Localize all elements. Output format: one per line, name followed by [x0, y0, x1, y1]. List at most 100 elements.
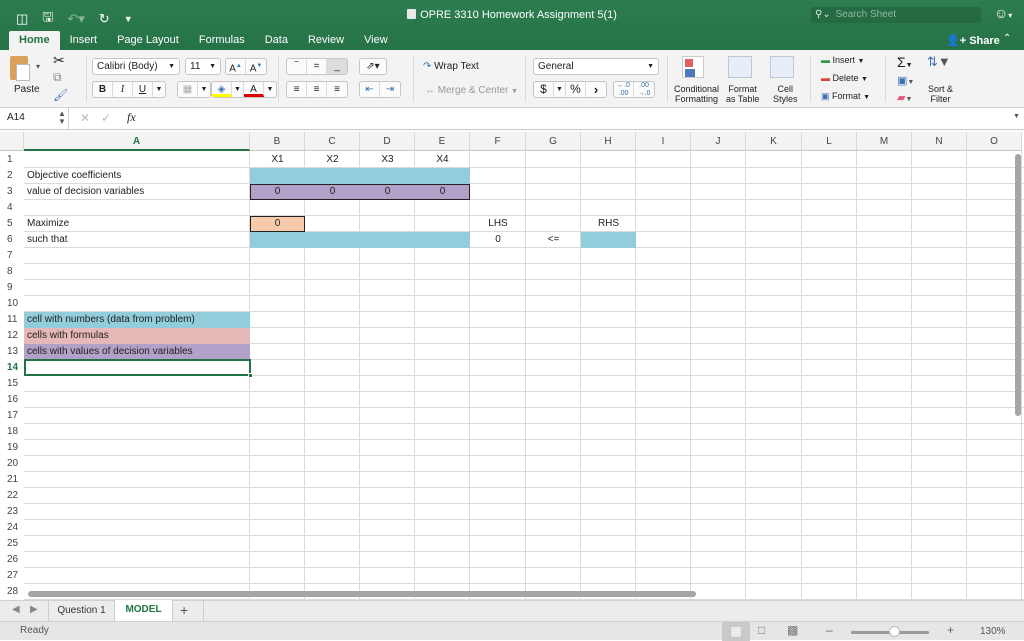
currency-dropdown[interactable]: ▼ — [554, 82, 566, 97]
objective-coefficients-range[interactable] — [250, 168, 470, 184]
row-header-10[interactable]: 10 — [0, 296, 24, 312]
sheet-tab-question-1[interactable]: Question 1 — [48, 601, 115, 621]
zoom-in-button[interactable]: + — [947, 623, 954, 637]
decrease-font-size-button[interactable]: A▼ — [246, 59, 266, 74]
row-header-19[interactable]: 19 — [0, 440, 24, 456]
cell-b1[interactable]: X1 — [250, 152, 305, 168]
fill-color-icon[interactable]: ◈ — [212, 82, 232, 97]
row-header-14[interactable]: 14 — [0, 360, 24, 376]
next-sheet-icon[interactable]: ▶ — [30, 604, 38, 615]
tab-formulas[interactable]: Formulas — [189, 31, 255, 50]
align-left-icon[interactable]: ≡ — [287, 82, 307, 97]
align-right-icon[interactable]: ≡ — [327, 82, 347, 97]
column-header-o[interactable]: O — [967, 132, 1022, 151]
expand-formula-bar-icon[interactable]: ▼ — [1013, 113, 1020, 120]
column-header-l[interactable]: L — [802, 132, 857, 151]
cell-a3[interactable]: value of decision variables — [24, 184, 250, 200]
row-header-22[interactable]: 22 — [0, 488, 24, 504]
tab-data[interactable]: Data — [255, 31, 298, 50]
enter-icon[interactable]: ✓ — [101, 111, 111, 125]
cell-h5[interactable]: RHS — [581, 216, 636, 232]
cell-d3[interactable]: 0 — [360, 184, 415, 200]
row-header-21[interactable]: 21 — [0, 472, 24, 488]
font-name-select[interactable]: Calibri (Body) ▼ — [92, 58, 180, 75]
row-header-5[interactable]: 5 — [0, 216, 24, 232]
paste-button[interactable] — [10, 56, 34, 82]
tab-view[interactable]: View — [354, 31, 398, 50]
normal-view-button[interactable]: ▦ — [722, 622, 750, 641]
copy-icon[interactable]: ⧉ — [53, 70, 62, 85]
page-break-preview-button[interactable]: ▩ — [787, 623, 798, 637]
column-header-f[interactable]: F — [470, 132, 526, 151]
font-color-icon[interactable]: A — [244, 82, 264, 97]
row-header-25[interactable]: 25 — [0, 536, 24, 552]
row-header-23[interactable]: 23 — [0, 504, 24, 520]
font-size-select[interactable]: 11 ▼ — [185, 58, 221, 75]
borders-icon[interactable]: ▦ — [178, 82, 198, 97]
delete-cells-button[interactable]: ▬ Delete ▼ — [821, 73, 868, 83]
borders-dropdown[interactable]: ▼ — [198, 82, 210, 97]
zoom-out-button[interactable]: – — [826, 623, 833, 637]
fill-button[interactable]: ▣▼ — [897, 74, 914, 87]
name-box[interactable]: A14 — [7, 112, 25, 123]
row-header-18[interactable]: 18 — [0, 424, 24, 440]
increase-indent-icon[interactable]: ⇥ — [380, 82, 400, 97]
column-header-i[interactable]: I — [636, 132, 691, 151]
cell-c1[interactable]: X2 — [305, 152, 360, 168]
row-header-27[interactable]: 27 — [0, 568, 24, 584]
row-header-2[interactable]: 2 — [0, 168, 24, 184]
spreadsheet-grid[interactable]: A B C D E F G H I J K L M N O 1 2 3 4 5 6 7 8 9 10 11 12 13 14 15 16 17… — [0, 132, 1024, 600]
merge-center-button[interactable]: ↔ Merge & Center ▼ — [425, 85, 518, 96]
align-middle-icon[interactable]: = — [307, 59, 327, 74]
orientation-icon[interactable]: ⇗▾ — [360, 59, 386, 74]
row-header-24[interactable]: 24 — [0, 520, 24, 536]
increase-decimal-icon[interactable]: ←.0.00 — [614, 82, 634, 97]
autosum-button[interactable]: Σ▼ — [897, 54, 913, 70]
cell-d1[interactable]: X3 — [360, 152, 415, 168]
paste-dropdown-icon[interactable]: ▾ — [36, 62, 40, 71]
row-header-6[interactable]: 6 — [0, 232, 24, 248]
cell-styles-button[interactable]: Cell Styles — [773, 84, 798, 104]
cell-b5[interactable]: 0 — [250, 216, 305, 232]
name-box-stepper-icon[interactable]: ▲ ▼ — [58, 110, 66, 126]
sort-filter-icon[interactable]: ⇅▼ — [927, 54, 951, 70]
row-header-4[interactable]: 4 — [0, 200, 24, 216]
cell-c3[interactable]: 0 — [305, 184, 360, 200]
row-header-15[interactable]: 15 — [0, 376, 24, 392]
row-header-17[interactable]: 17 — [0, 408, 24, 424]
zoom-slider-thumb[interactable] — [888, 626, 900, 637]
row-header-16[interactable]: 16 — [0, 392, 24, 408]
sheet-tab-model[interactable]: MODEL — [115, 600, 173, 621]
conditional-formatting-icon[interactable] — [682, 56, 704, 78]
tab-review[interactable]: Review — [298, 31, 354, 50]
row-header-13[interactable]: 13 — [0, 344, 24, 360]
column-header-b[interactable]: B — [250, 132, 305, 151]
row-header-1[interactable]: 1 — [0, 152, 24, 168]
select-all-button[interactable] — [0, 132, 24, 151]
cancel-icon[interactable]: ✕ — [80, 111, 90, 125]
conditional-formatting-button[interactable]: Conditional Formatting — [674, 84, 719, 104]
clear-button[interactable]: ▰▼ — [897, 91, 912, 104]
column-header-h[interactable]: H — [581, 132, 636, 151]
align-center-icon[interactable]: ≡ — [307, 82, 327, 97]
underline-button[interactable]: U — [133, 82, 153, 97]
collapse-ribbon-icon[interactable]: ⌃ — [1003, 33, 1011, 44]
cell-a13[interactable]: cells with values of decision variables — [24, 344, 250, 360]
wrap-text-button[interactable]: ↷ Wrap Text — [423, 61, 479, 72]
rhs-cell[interactable] — [581, 232, 636, 248]
align-bottom-icon[interactable]: _ — [327, 59, 347, 74]
share-button[interactable]: 👤+ Share — [946, 34, 1000, 47]
tab-page-layout[interactable]: Page Layout — [107, 31, 189, 50]
cell-a5[interactable]: Maximize — [24, 216, 250, 232]
cell-a2[interactable]: Objective coefficients — [24, 168, 250, 184]
row-header-12[interactable]: 12 — [0, 328, 24, 344]
vertical-scrollbar[interactable] — [1015, 154, 1021, 416]
column-header-k[interactable]: K — [746, 132, 802, 151]
font-color-dropdown[interactable]: ▼ — [264, 82, 276, 97]
column-header-a[interactable]: A — [24, 132, 250, 151]
row-header-3[interactable]: 3 — [0, 184, 24, 200]
selected-cell-a14[interactable] — [24, 359, 251, 376]
cell-a12[interactable]: cells with formulas — [24, 328, 250, 344]
column-header-j[interactable]: J — [691, 132, 746, 151]
sort-filter-button[interactable]: Sort & Filter — [928, 84, 953, 104]
